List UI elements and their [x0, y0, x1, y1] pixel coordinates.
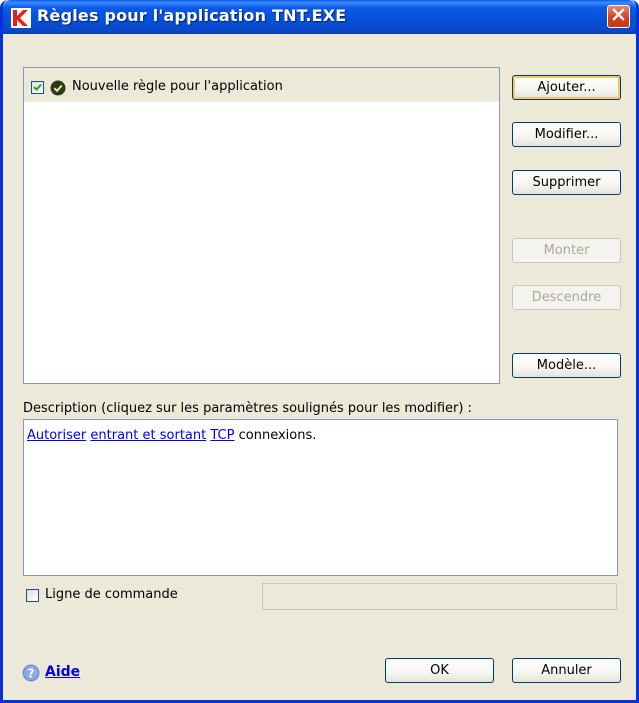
title-bar[interactable]: Règles pour l'application TNT.EXE [3, 0, 636, 34]
help-icon[interactable]: ? [22, 664, 40, 682]
command-line-input[interactable] [262, 583, 617, 610]
add-button[interactable]: Ajouter... [512, 75, 621, 100]
help-link[interactable]: Aide [45, 664, 80, 680]
close-icon [612, 8, 625, 25]
description-text: Autoriser entrant et sortant TCP connexi… [27, 428, 316, 443]
command-line-checkbox[interactable] [26, 589, 39, 602]
check-circle-icon [50, 80, 66, 96]
rule-enabled-checkbox[interactable] [31, 81, 44, 94]
ok-button[interactable]: OK [385, 658, 494, 683]
description-box: Autoriser entrant et sortant TCP connexi… [23, 419, 618, 576]
direction-link[interactable]: entrant et sortant [90, 428, 206, 443]
description-suffix: connexions. [238, 428, 317, 443]
list-item[interactable]: Nouvelle règle pour l'application [24, 68, 499, 102]
allow-link[interactable]: Autoriser [27, 428, 86, 443]
svg-text:?: ? [28, 667, 35, 681]
delete-button[interactable]: Supprimer [512, 170, 621, 195]
dialog-window: Règles pour l'application TNT.EXE Nouvel… [0, 0, 639, 703]
protocol-link[interactable]: TCP [210, 428, 234, 443]
move-down-button[interactable]: Descendre [512, 285, 621, 310]
edit-button[interactable]: Modifier... [512, 122, 621, 147]
rules-list[interactable]: Nouvelle règle pour l'application [23, 67, 500, 384]
move-up-button[interactable]: Monter [512, 238, 621, 263]
close-button[interactable] [607, 5, 630, 28]
template-button[interactable]: Modèle... [512, 353, 621, 378]
command-line-label[interactable]: Ligne de commande [45, 587, 178, 602]
kaspersky-logo-icon [11, 8, 31, 28]
rule-label: Nouvelle règle pour l'application [72, 79, 283, 94]
cancel-button[interactable]: Annuler [512, 658, 621, 683]
description-label: Description (cliquez sur les paramètres … [23, 401, 472, 416]
window-title: Règles pour l'application TNT.EXE [37, 6, 347, 25]
